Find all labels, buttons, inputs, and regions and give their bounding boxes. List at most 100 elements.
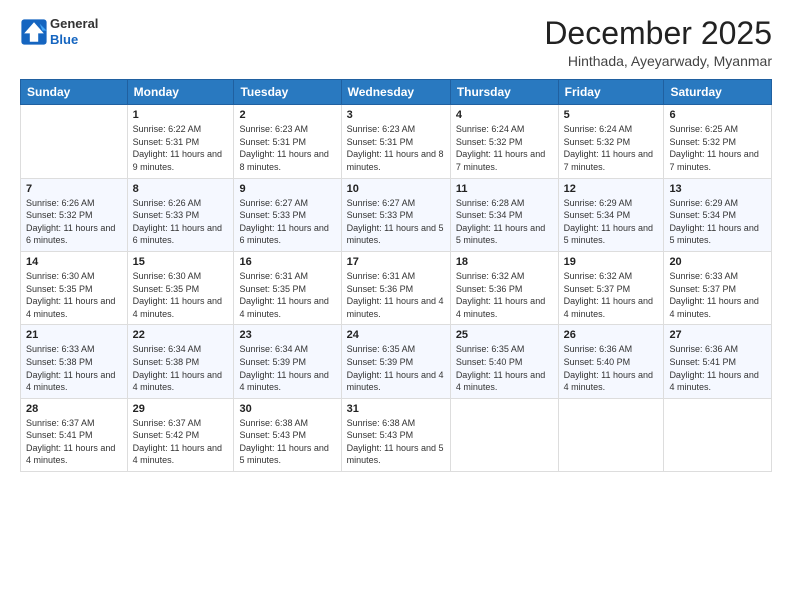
day-info: Sunrise: 6:32 AMSunset: 5:36 PMDaylight:…	[456, 270, 553, 320]
col-header-friday: Friday	[558, 80, 664, 105]
day-info: Sunrise: 6:30 AMSunset: 5:35 PMDaylight:…	[133, 270, 229, 320]
day-number: 22	[133, 329, 229, 341]
day-cell: 1Sunrise: 6:22 AMSunset: 5:31 PMDaylight…	[127, 105, 234, 178]
day-number: 4	[456, 109, 553, 121]
day-cell: 17Sunrise: 6:31 AMSunset: 5:36 PMDayligh…	[341, 251, 450, 324]
day-info: Sunrise: 6:32 AMSunset: 5:37 PMDaylight:…	[564, 270, 659, 320]
day-cell	[21, 105, 128, 178]
day-cell: 30 Sunrise: 6:38 AMSunset: 5:43 PMDayligh…	[234, 398, 341, 471]
day-info: Sunrise: 6:29 AMSunset: 5:34 PMDaylight:…	[669, 197, 766, 247]
day-info: Sunrise: 6:24 AMSunset: 5:32 PMDaylight:…	[456, 123, 553, 173]
day-cell: 7 Sunrise: 6:26 AMSunset: 5:32 PMDaylight…	[21, 178, 128, 251]
main-title: December 2025	[544, 16, 772, 51]
day-cell: 5Sunrise: 6:24 AMSunset: 5:32 PMDaylight…	[558, 105, 664, 178]
day-number: 16	[239, 256, 335, 268]
day-number: 7	[26, 183, 122, 195]
day-cell: 26Sunrise: 6:36 AMSunset: 5:40 PMDayligh…	[558, 325, 664, 398]
logo-line2: Blue	[50, 32, 98, 48]
day-cell: 31 Sunrise: 6:38 AMSunset: 5:43 PMDayligh…	[341, 398, 450, 471]
week-row-5: 28 Sunrise: 6:37 AMSunset: 5:41 PMDayligh…	[21, 398, 772, 471]
week-row-2: 7 Sunrise: 6:26 AMSunset: 5:32 PMDaylight…	[21, 178, 772, 251]
day-number: 28	[26, 403, 122, 415]
day-cell: 10 Sunrise: 6:27 AMSunset: 5:33 PMDayligh…	[341, 178, 450, 251]
day-number: 19	[564, 256, 659, 268]
day-number: 27	[669, 329, 766, 341]
day-number: 30	[239, 403, 335, 415]
logo-text: General Blue	[50, 16, 98, 47]
day-number: 13	[669, 183, 766, 195]
week-row-3: 14Sunrise: 6:30 AMSunset: 5:35 PMDayligh…	[21, 251, 772, 324]
day-info: Sunrise: 6:31 AMSunset: 5:36 PMDaylight:…	[347, 270, 445, 320]
day-cell: 28 Sunrise: 6:37 AMSunset: 5:41 PMDayligh…	[21, 398, 128, 471]
week-row-4: 21 Sunrise: 6:33 AMSunset: 5:38 PMDayligh…	[21, 325, 772, 398]
day-number: 1	[133, 109, 229, 121]
day-number: 23	[239, 329, 335, 341]
day-info: Sunrise: 6:35 AMSunset: 5:40 PMDaylight:…	[456, 343, 553, 393]
logo: General Blue	[20, 16, 98, 47]
day-number: 9	[239, 183, 335, 195]
day-cell: 9Sunrise: 6:27 AMSunset: 5:33 PMDaylight…	[234, 178, 341, 251]
day-number: 24	[347, 329, 445, 341]
day-cell: 15 Sunrise: 6:30 AMSunset: 5:35 PMDayligh…	[127, 251, 234, 324]
day-info: Sunrise: 6:30 AMSunset: 5:35 PMDaylight:…	[26, 270, 122, 320]
day-number: 18	[456, 256, 553, 268]
col-header-saturday: Saturday	[664, 80, 772, 105]
day-number: 8	[133, 183, 229, 195]
day-cell: 24 Sunrise: 6:35 AMSunset: 5:39 PMDayligh…	[341, 325, 450, 398]
day-cell: 6 Sunrise: 6:25 AMSunset: 5:32 PMDaylight…	[664, 105, 772, 178]
day-cell	[664, 398, 772, 471]
day-cell: 27Sunrise: 6:36 AMSunset: 5:41 PMDayligh…	[664, 325, 772, 398]
day-cell: 2 Sunrise: 6:23 AMSunset: 5:31 PMDaylight…	[234, 105, 341, 178]
day-info: Sunrise: 6:37 AMSunset: 5:42 PMDaylight:…	[133, 417, 229, 467]
day-info: Sunrise: 6:24 AMSunset: 5:32 PMDaylight:…	[564, 123, 659, 173]
day-number: 21	[26, 329, 122, 341]
day-cell: 18 Sunrise: 6:32 AMSunset: 5:36 PMDayligh…	[450, 251, 558, 324]
day-info: Sunrise: 6:36 AMSunset: 5:40 PMDaylight:…	[564, 343, 659, 393]
col-header-wednesday: Wednesday	[341, 80, 450, 105]
day-cell: 22 Sunrise: 6:34 AMSunset: 5:38 PMDayligh…	[127, 325, 234, 398]
day-number: 15	[133, 256, 229, 268]
day-number: 10	[347, 183, 445, 195]
day-cell: 8 Sunrise: 6:26 AMSunset: 5:33 PMDaylight…	[127, 178, 234, 251]
day-number: 6	[669, 109, 766, 121]
logo-line1: General	[50, 16, 98, 32]
day-cell: 12 Sunrise: 6:29 AMSunset: 5:34 PMDayligh…	[558, 178, 664, 251]
day-info: Sunrise: 6:29 AMSunset: 5:34 PMDaylight:…	[564, 197, 659, 247]
day-info: Sunrise: 6:34 AMSunset: 5:38 PMDaylight:…	[133, 343, 229, 393]
day-cell: 21 Sunrise: 6:33 AMSunset: 5:38 PMDayligh…	[21, 325, 128, 398]
logo-icon	[20, 18, 48, 46]
day-cell: 19 Sunrise: 6:32 AMSunset: 5:37 PMDayligh…	[558, 251, 664, 324]
day-cell: 20 Sunrise: 6:33 AMSunset: 5:37 PMDayligh…	[664, 251, 772, 324]
day-number: 31	[347, 403, 445, 415]
day-info: Sunrise: 6:33 AMSunset: 5:38 PMDaylight:…	[26, 343, 122, 393]
day-number: 20	[669, 256, 766, 268]
day-cell: 4 Sunrise: 6:24 AMSunset: 5:32 PMDaylight…	[450, 105, 558, 178]
day-info: Sunrise: 6:33 AMSunset: 5:37 PMDaylight:…	[669, 270, 766, 320]
day-number: 3	[347, 109, 445, 121]
day-info: Sunrise: 6:26 AMSunset: 5:32 PMDaylight:…	[26, 197, 122, 247]
day-cell	[450, 398, 558, 471]
day-number: 25	[456, 329, 553, 341]
day-info: Sunrise: 6:38 AMSunset: 5:43 PMDaylight:…	[347, 417, 445, 467]
day-info: Sunrise: 6:38 AMSunset: 5:43 PMDaylight:…	[239, 417, 335, 467]
day-info: Sunrise: 6:37 AMSunset: 5:41 PMDaylight:…	[26, 417, 122, 467]
day-info: Sunrise: 6:35 AMSunset: 5:39 PMDaylight:…	[347, 343, 445, 393]
day-number: 29	[133, 403, 229, 415]
day-info: Sunrise: 6:25 AMSunset: 5:32 PMDaylight:…	[669, 123, 766, 173]
day-info: Sunrise: 6:23 AMSunset: 5:31 PMDaylight:…	[239, 123, 335, 173]
day-cell: 13 Sunrise: 6:29 AMSunset: 5:34 PMDayligh…	[664, 178, 772, 251]
col-header-sunday: Sunday	[21, 80, 128, 105]
page: General Blue December 2025 Hinthada, Aye…	[0, 0, 792, 612]
day-cell: 16Sunrise: 6:31 AMSunset: 5:35 PMDayligh…	[234, 251, 341, 324]
day-cell	[558, 398, 664, 471]
day-info: Sunrise: 6:28 AMSunset: 5:34 PMDaylight:…	[456, 197, 553, 247]
day-cell: 29 Sunrise: 6:37 AMSunset: 5:42 PMDayligh…	[127, 398, 234, 471]
day-info: Sunrise: 6:27 AMSunset: 5:33 PMDaylight:…	[347, 197, 445, 247]
day-info: Sunrise: 6:26 AMSunset: 5:33 PMDaylight:…	[133, 197, 229, 247]
title-block: December 2025 Hinthada, Ayeyarwady, Myan…	[544, 16, 772, 69]
week-row-1: 1Sunrise: 6:22 AMSunset: 5:31 PMDaylight…	[21, 105, 772, 178]
day-info: Sunrise: 6:23 AMSunset: 5:31 PMDaylight:…	[347, 123, 445, 173]
day-number: 2	[239, 109, 335, 121]
col-header-tuesday: Tuesday	[234, 80, 341, 105]
day-number: 12	[564, 183, 659, 195]
